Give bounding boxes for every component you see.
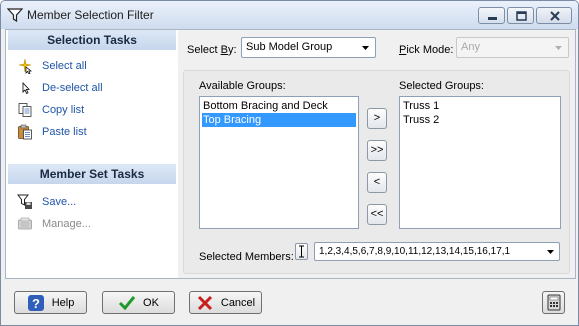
close-button[interactable] xyxy=(536,7,572,24)
add-group-button[interactable]: > xyxy=(367,108,387,129)
dialog-body: Selection Tasks Select all De-select all… xyxy=(5,29,576,279)
maximize-icon xyxy=(516,11,527,21)
member-set-tasks-header: Member Set Tasks xyxy=(8,164,176,184)
cancel-label: Cancel xyxy=(220,296,256,309)
dialog-footer: ? Help OK Cancel xyxy=(1,279,578,325)
task-label: Paste list xyxy=(42,126,87,138)
close-icon xyxy=(550,11,560,21)
text-cursor-icon xyxy=(299,245,304,258)
task-pane: Selection Tasks Select all De-select all… xyxy=(6,30,178,278)
remove-all-groups-button[interactable]: << xyxy=(367,204,387,225)
minimize-button[interactable] xyxy=(478,7,505,24)
pick-mode-label: Pick Mode: xyxy=(399,44,453,56)
pick-mode-dropdown: Any xyxy=(456,37,569,58)
chevron-down-icon xyxy=(362,46,369,50)
manage-member-sets-link: Manage... xyxy=(16,215,91,233)
svg-text:?: ? xyxy=(32,296,40,311)
list-item-selected[interactable]: Top Bracing xyxy=(202,113,356,127)
selected-groups-list[interactable]: Truss 1 Truss 2 xyxy=(399,96,561,229)
selection-tasks-header: Selection Tasks xyxy=(8,30,176,50)
pick-mode-value: Any xyxy=(461,41,480,53)
paste-icon xyxy=(16,124,34,140)
select-by-dropdown[interactable]: Sub Model Group xyxy=(241,37,376,58)
help-button[interactable]: ? Help xyxy=(14,291,87,314)
filter-pane: Select By: Sub Model Group Pick Mode: An… xyxy=(178,30,575,278)
selected-members-value: 1,2,3,4,5,6,7,8,9,10,11,12,13,14,15,16,1… xyxy=(319,246,511,257)
available-groups-list[interactable]: Bottom Bracing and Deck Top Bracing xyxy=(199,96,359,229)
select-by-label: Select By: xyxy=(187,44,237,56)
calculator-icon xyxy=(545,294,563,312)
minimize-icon xyxy=(488,17,497,20)
text-cursor-button[interactable] xyxy=(295,243,308,260)
ok-button[interactable]: OK xyxy=(102,291,175,314)
filter-icon xyxy=(6,7,24,23)
ok-label: OK xyxy=(143,296,159,309)
task-label: Manage... xyxy=(42,218,91,230)
list-item[interactable]: Truss 2 xyxy=(402,113,558,127)
select-by-value: Sub Model Group xyxy=(246,41,333,53)
task-label: Save... xyxy=(42,196,77,208)
task-label: Copy list xyxy=(42,104,85,116)
selected-members-label: Selected Members: xyxy=(199,251,294,263)
task-label: Select all xyxy=(42,60,87,72)
save-member-set-link[interactable]: Save... xyxy=(16,193,76,211)
copy-list-link[interactable]: Copy list xyxy=(16,101,84,119)
maximize-button[interactable] xyxy=(507,7,534,24)
chevron-down-icon xyxy=(547,250,554,254)
label-part: y: xyxy=(227,44,237,56)
label-part: Select xyxy=(187,44,221,56)
select-all-link[interactable]: Select all xyxy=(16,57,87,75)
select-all-icon xyxy=(16,58,34,74)
available-groups-label: Available Groups: xyxy=(199,80,286,92)
groups-panel: Available Groups: Bottom Bracing and Dec… xyxy=(183,70,570,274)
help-label: Help xyxy=(51,296,75,309)
manage-icon xyxy=(16,216,34,232)
calculator-button[interactable] xyxy=(542,291,565,314)
chevron-down-icon xyxy=(555,46,562,50)
add-all-groups-button[interactable]: >> xyxy=(367,140,387,161)
save-filter-icon xyxy=(16,194,34,210)
selected-members-combo[interactable]: 1,2,3,4,5,6,7,8,9,10,11,12,13,14,15,16,1… xyxy=(314,242,560,261)
help-icon: ? xyxy=(27,294,45,312)
member-selection-filter-dialog: Member Selection Filter Selection Tasks … xyxy=(0,0,579,326)
task-label: De-select all xyxy=(42,82,103,94)
pointer-icon xyxy=(16,80,34,96)
label-accelerator: B xyxy=(220,44,228,56)
title-bar[interactable]: Member Selection Filter xyxy=(1,1,578,29)
remove-group-button[interactable]: < xyxy=(367,172,387,193)
label-part: ick Mode: xyxy=(406,44,454,56)
paste-list-link[interactable]: Paste list xyxy=(16,123,87,141)
cancel-x-icon xyxy=(196,294,214,312)
list-item[interactable]: Bottom Bracing and Deck xyxy=(202,99,356,113)
cancel-button[interactable]: Cancel xyxy=(189,291,262,314)
window-title: Member Selection Filter xyxy=(27,8,154,22)
selected-groups-label: Selected Groups: xyxy=(399,80,484,92)
deselect-all-link[interactable]: De-select all xyxy=(16,79,103,97)
list-item[interactable]: Truss 1 xyxy=(402,99,558,113)
checkmark-icon xyxy=(118,294,136,312)
copy-icon xyxy=(16,102,34,118)
